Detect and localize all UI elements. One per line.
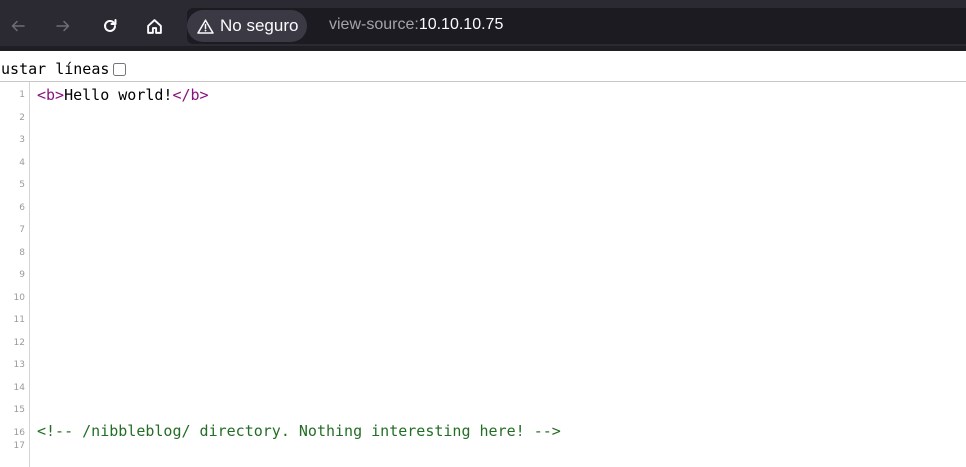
- line-number: 14: [13, 382, 25, 393]
- source-line: 7: [0, 221, 966, 244]
- source-line: 11: [0, 311, 966, 334]
- security-indicator[interactable]: No seguro: [187, 10, 308, 42]
- arrow-left-icon: [11, 20, 25, 32]
- warning-triangle-icon: [197, 18, 214, 34]
- source-line: 14: [0, 379, 966, 402]
- line-number: 17: [13, 441, 25, 451]
- back-button[interactable]: [5, 13, 31, 39]
- url-text[interactable]: view-source:10.10.10.75: [329, 16, 503, 34]
- line-content: <b>Hello world!</b>: [37, 86, 209, 104]
- wrap-lines-bar: justar líneas: [0, 57, 966, 82]
- line-number: 1: [19, 90, 25, 100]
- line-number: 13: [13, 360, 25, 370]
- reload-icon: [104, 19, 117, 32]
- source-line: 6: [0, 199, 966, 222]
- source-line: 13: [0, 356, 966, 379]
- line-number: 4: [19, 157, 25, 168]
- wrap-lines-toggle[interactable]: justar líneas: [0, 60, 127, 78]
- line-number: 10: [13, 292, 25, 303]
- arrow-right-icon: [56, 20, 70, 32]
- text-node: Hello world!: [64, 86, 173, 104]
- wrap-lines-checkbox[interactable]: [113, 62, 127, 76]
- security-label: No seguro: [220, 16, 299, 35]
- line-number: 2: [19, 112, 25, 123]
- source-line: 8: [0, 244, 966, 267]
- source-line: 3: [0, 131, 966, 154]
- line-number: 8: [19, 247, 25, 258]
- close-tag: </b>: [172, 86, 209, 104]
- toolbar-edge: [0, 46, 966, 51]
- source-line: 1 <b>Hello world!</b>: [0, 86, 966, 109]
- reload-button[interactable]: [97, 13, 123, 39]
- line-number: 16: [13, 427, 25, 438]
- source-line: 15: [0, 401, 966, 424]
- line-number: 11: [13, 315, 25, 325]
- line-number: 12: [13, 337, 25, 348]
- line-number: 5: [19, 180, 25, 190]
- source-line: 5: [0, 176, 966, 199]
- source-line: 9: [0, 266, 966, 289]
- line-number: 3: [19, 135, 25, 145]
- browser-toolbar: No seguro view-source:10.10.10.75: [0, 0, 966, 51]
- source-view: 1 <b>Hello world!</b> 2 3 4 5 6 7 8 9 10…: [0, 82, 966, 467]
- source-line: 17: [0, 437, 966, 460]
- address-bar[interactable]: No seguro view-source:10.10.10.75: [187, 8, 966, 44]
- source-line: 12: [0, 334, 966, 357]
- url-scheme: view-source:: [329, 16, 419, 33]
- home-button[interactable]: [141, 13, 167, 39]
- open-tag: <b>: [37, 86, 65, 104]
- source-line: 10: [0, 289, 966, 312]
- line-number: 7: [19, 225, 25, 235]
- line-number: 6: [19, 202, 25, 213]
- line-number: 15: [13, 405, 25, 415]
- wrap-lines-label: justar líneas: [0, 60, 110, 78]
- source-line: 2: [0, 109, 966, 132]
- home-icon: [146, 18, 162, 34]
- line-number: 9: [19, 270, 25, 280]
- url-host: 10.10.10.75: [418, 16, 504, 33]
- forward-button[interactable]: [50, 13, 76, 39]
- source-line: 4: [0, 154, 966, 177]
